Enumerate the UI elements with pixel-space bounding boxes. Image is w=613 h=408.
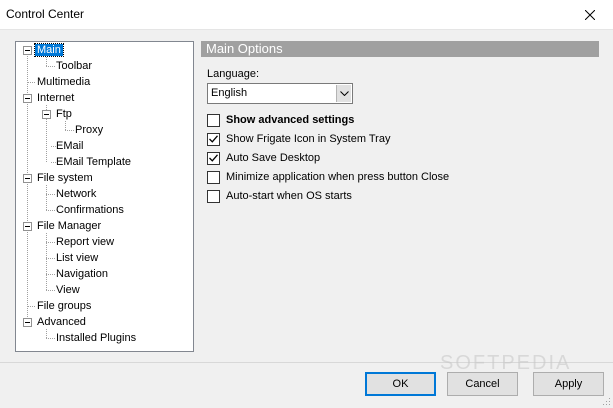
apply-button[interactable]: Apply xyxy=(533,372,604,396)
cancel-button[interactable]: Cancel xyxy=(447,372,518,396)
options-tree[interactable]: Main Toolbar Multimedia Internet Ftp Pro… xyxy=(15,41,194,352)
collapse-advanced-icon[interactable] xyxy=(23,318,32,327)
checkbox-box[interactable] xyxy=(207,170,220,184)
main-options-panel: Main Options Language: English Show adva… xyxy=(201,41,599,203)
checkbox-label: Minimize application when press button C… xyxy=(226,171,450,183)
tree-item-main[interactable]: Main xyxy=(34,43,64,58)
close-button[interactable] xyxy=(567,0,613,30)
collapse-filemanager-icon[interactable] xyxy=(23,222,32,231)
title-bar: Control Center xyxy=(0,0,613,30)
window-title: Control Center xyxy=(6,7,85,21)
tree-item-view[interactable]: View xyxy=(54,283,82,298)
tree-item-advanced[interactable]: Advanced xyxy=(35,315,88,330)
auto-save-desktop-checkbox[interactable]: Auto Save Desktop xyxy=(207,151,320,165)
tree-item-confirmations[interactable]: Confirmations xyxy=(54,203,126,218)
checkbox-box[interactable] xyxy=(207,189,220,203)
checkbox-label: Auto Save Desktop xyxy=(226,152,321,164)
tree-item-file-system[interactable]: File system xyxy=(35,171,95,186)
checkbox-box[interactable] xyxy=(207,151,220,165)
language-value: English xyxy=(211,87,248,99)
minimize-on-close-checkbox[interactable]: Minimize application when press button C… xyxy=(207,170,449,184)
resize-grip-icon[interactable] xyxy=(601,396,611,406)
tree-item-installed-plugins[interactable]: Installed Plugins xyxy=(54,331,138,346)
tree-item-email[interactable]: EMail xyxy=(54,139,86,154)
checkmark-icon xyxy=(209,154,218,162)
tree-item-list-view[interactable]: List view xyxy=(54,251,100,266)
collapse-main-icon[interactable] xyxy=(23,46,32,55)
panel-header: Main Options xyxy=(201,41,599,57)
checkbox-label: Show Frigate Icon in System Tray xyxy=(226,133,391,145)
collapse-internet-icon[interactable] xyxy=(23,94,32,103)
tree-item-navigation[interactable]: Navigation xyxy=(54,267,110,282)
tree-item-email-template[interactable]: EMail Template xyxy=(54,155,133,170)
checkbox-label: Show advanced settings xyxy=(226,114,355,126)
checkmark-icon xyxy=(209,135,218,143)
tree-item-toolbar[interactable]: Toolbar xyxy=(54,59,94,74)
checkbox-box[interactable] xyxy=(207,113,220,127)
tree-item-file-groups[interactable]: File groups xyxy=(35,299,93,314)
tree-item-multimedia[interactable]: Multimedia xyxy=(35,75,92,90)
show-tray-icon-checkbox[interactable]: Show Frigate Icon in System Tray xyxy=(207,132,390,146)
collapse-ftp-icon[interactable] xyxy=(42,110,51,119)
tree-item-report-view[interactable]: Report view xyxy=(54,235,116,250)
tree-item-proxy[interactable]: Proxy xyxy=(73,123,105,138)
close-icon xyxy=(585,10,595,20)
tree-item-file-manager[interactable]: File Manager xyxy=(35,219,103,234)
language-select[interactable]: English xyxy=(207,83,353,104)
tree-item-ftp[interactable]: Ftp xyxy=(54,107,74,122)
tree-item-internet[interactable]: Internet xyxy=(35,91,76,106)
checkbox-label: Auto-start when OS starts xyxy=(226,190,352,202)
show-advanced-settings-checkbox[interactable]: Show advanced settings xyxy=(207,113,354,127)
tree-item-network[interactable]: Network xyxy=(54,187,98,202)
checkbox-box[interactable] xyxy=(207,132,220,146)
ok-button[interactable]: OK xyxy=(365,372,436,396)
chevron-down-icon xyxy=(339,91,349,96)
collapse-filesystem-icon[interactable] xyxy=(23,174,32,183)
language-label: Language: xyxy=(207,68,259,80)
auto-start-checkbox[interactable]: Auto-start when OS starts xyxy=(207,189,352,203)
language-dropdown-button[interactable] xyxy=(336,85,351,102)
